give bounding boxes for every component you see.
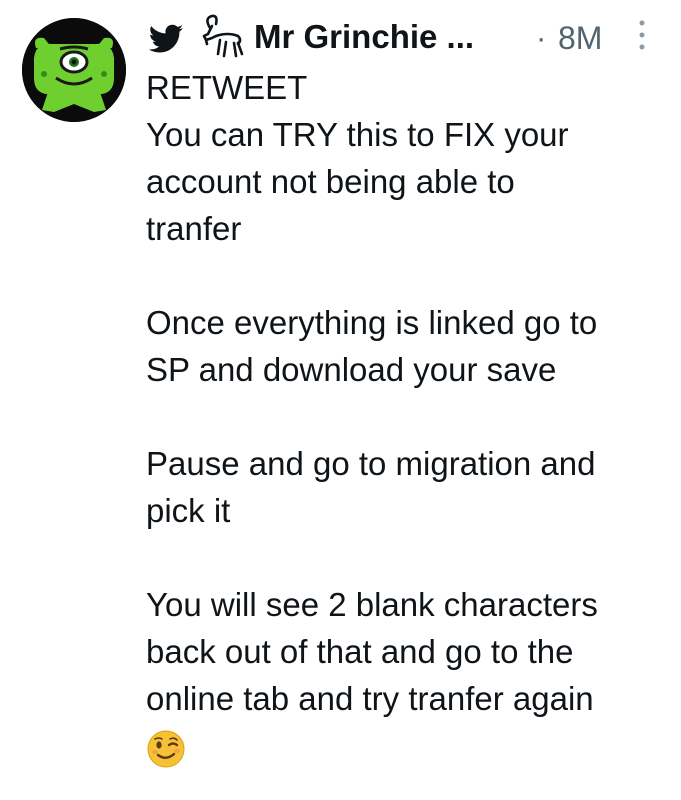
tweet-text-line: pick it [146, 492, 231, 529]
tweet-text-line: account not being able to [146, 163, 515, 200]
tweet-text-line: RETWEET [146, 69, 308, 106]
winking-face-emoji-icon [147, 730, 185, 768]
goat-icon [202, 14, 244, 58]
alien-avatar-icon [22, 18, 126, 122]
tweet-header: Mr Grinchie ... · 8M [146, 10, 666, 62]
tweet-text-line: online tab and try tranfer again [146, 680, 594, 717]
tweet-text-line: Once everything is linked go to [146, 304, 598, 341]
tweet-text-line: SP and download your save [146, 351, 557, 388]
tweet-text-line: tranfer [146, 210, 242, 247]
separator-dot: · [536, 20, 547, 55]
avatar[interactable] [22, 18, 126, 122]
tweet-text: RETWEET You can TRY this to FIX your acc… [146, 64, 671, 769]
tweet-card[interactable]: Mr Grinchie ... · 8M RETWEET You can TRY… [0, 0, 681, 800]
tweet-text-line: You can TRY this to FIX your [146, 116, 569, 153]
vertical-ellipsis-icon[interactable] [637, 18, 647, 52]
bird-icon [148, 24, 183, 53]
tweet-text-line: Pause and go to migration and [146, 445, 596, 482]
timestamp[interactable]: 8M [558, 20, 602, 57]
tweet-text-line: back out of that and go to the [146, 633, 574, 670]
author-display-name[interactable]: Mr Grinchie ... [254, 18, 474, 56]
emoji-line [146, 722, 671, 769]
tweet-text-line: You will see 2 blank characters [146, 586, 598, 623]
